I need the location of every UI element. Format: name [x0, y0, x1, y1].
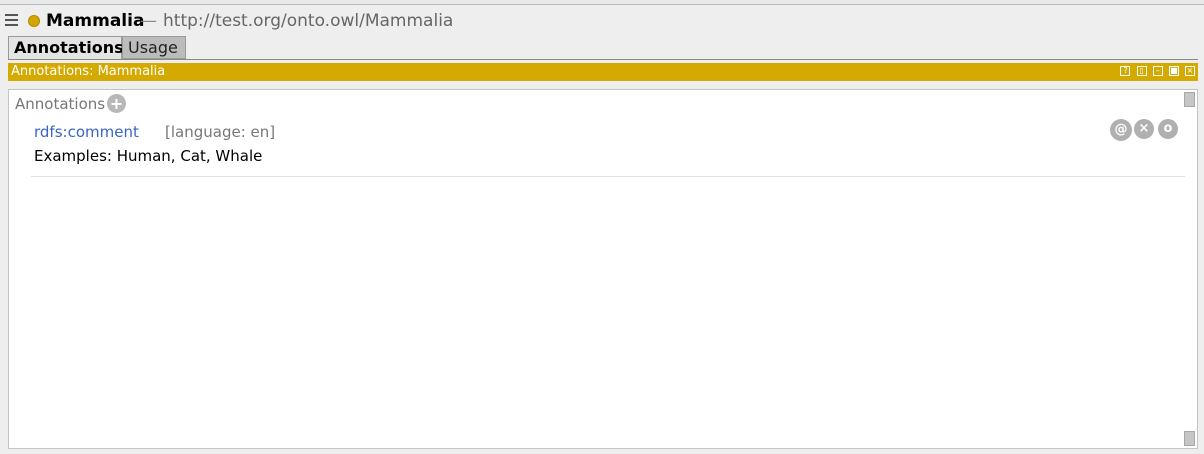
minimize-icon[interactable]: –	[1152, 66, 1163, 76]
help-icon[interactable]: ?	[1120, 66, 1131, 76]
scrollbar-down-arrow[interactable]	[1184, 431, 1195, 446]
maximize-icon[interactable]: ■	[1168, 66, 1179, 76]
close-icon[interactable]: ×	[1185, 66, 1195, 76]
view-header: Annotations: Mammalia ? ▯ – ■ ×	[8, 63, 1198, 81]
entity-iri-text: http://test.org/onto.owl/Mammalia	[163, 11, 454, 31]
class-dot-icon	[28, 15, 40, 27]
scrollbar-up-arrow[interactable]	[1184, 92, 1195, 107]
hamburger-menu-icon[interactable]	[5, 14, 18, 26]
annotation-property[interactable]: rdfs:comment	[34, 123, 139, 141]
split-view-icon[interactable]: ▯	[1136, 66, 1147, 76]
tab-annotations[interactable]: Annotations	[8, 36, 124, 60]
annotations-panel: Annotations + rdfs:comment [language: en…	[8, 89, 1198, 449]
view-header-title: Annotations: Mammalia	[11, 64, 166, 79]
view-header-buttons: ? ▯ – ■ ×	[1118, 66, 1195, 78]
window-top-border	[0, 0, 1204, 5]
entity-title-bar: Mammalia — http://test.org/onto.owl/Mamma…	[0, 6, 1204, 36]
annotation-language: [language: en]	[165, 123, 276, 141]
entity-iri: — http://test.org/onto.owl/Mammalia	[140, 11, 453, 31]
add-annotation-icon[interactable]: +	[107, 94, 126, 113]
annotation-value: Examples: Human, Cat, Whale	[34, 147, 263, 165]
title-separator: —	[140, 11, 157, 31]
tab-usage[interactable]: Usage	[122, 36, 186, 59]
annotation-row-divider	[31, 176, 1185, 177]
annotate-icon[interactable]: @	[1110, 119, 1132, 141]
annotations-section-label: Annotations	[15, 95, 106, 113]
edit-icon[interactable]: o	[1158, 119, 1178, 139]
entity-name: Mammalia	[46, 11, 145, 31]
tab-underline	[8, 59, 1198, 60]
delete-icon[interactable]: ×	[1134, 119, 1154, 139]
